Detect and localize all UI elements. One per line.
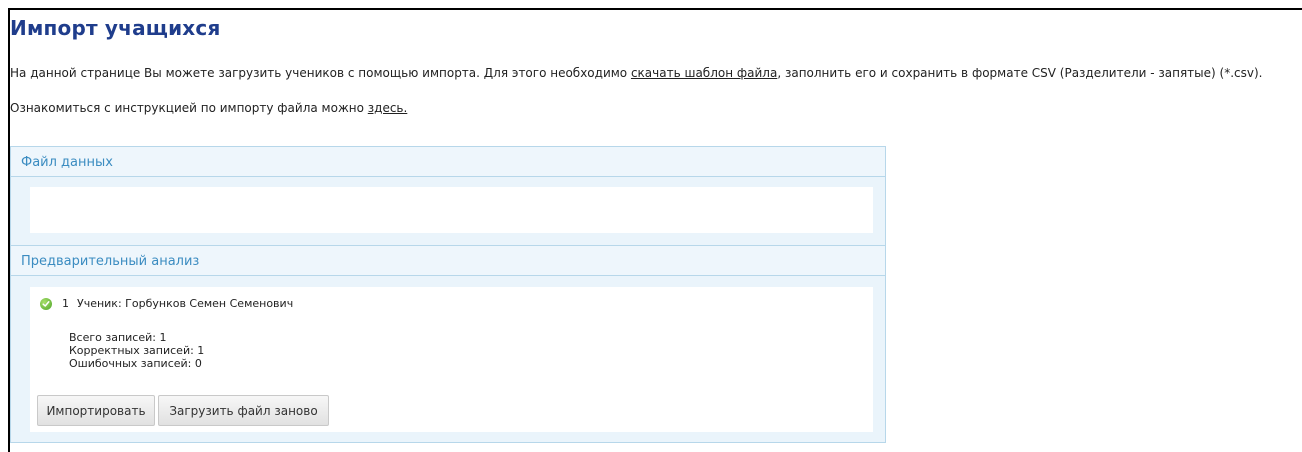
error-records: Ошибочных записей: 0 [69,357,202,370]
row-number: 1 [62,297,69,310]
list-item: 1 Ученик: Горбунков Семен Семенович [40,297,293,310]
stats-block: Всего записей: 1 Корректных записей: 1 О… [69,331,204,370]
download-template-link[interactable]: скачать шаблон файла [631,66,777,80]
page-title: Импорт учащихся [10,16,221,40]
correct-records: Корректных записей: 1 [69,344,205,357]
file-drop-area[interactable] [30,187,873,233]
instruction-text-before: Ознакомиться с инструкцией по импорту фа… [10,101,368,115]
analysis-section-title: Предварительный анализ [21,254,200,269]
check-ok-icon [40,297,52,310]
instruction-link[interactable]: здесь. [368,101,408,115]
import-button[interactable]: Импортировать [37,395,155,426]
intro-text-after: , заполнить его и сохранить в формате CS… [777,66,1263,80]
intro-text: На данной странице Вы можете загрузить у… [10,66,1262,80]
reload-file-button[interactable]: Загрузить файл заново [158,395,329,426]
file-section-header: Файл данных [11,147,885,177]
intro-text-before: На данной странице Вы можете загрузить у… [10,66,631,80]
import-panel: Файл данных Предварительный анализ 1 Уче… [10,146,886,443]
instruction-text: Ознакомиться с инструкцией по импорту фа… [10,101,407,115]
analysis-section-header: Предварительный анализ [11,245,885,276]
total-records: Всего записей: 1 [69,331,167,344]
analysis-results: 1 Ученик: Горбунков Семен Семенович Всег… [30,287,873,432]
row-text: Ученик: Горбунков Семен Семенович [77,297,294,310]
file-section-title: Файл данных [21,155,113,170]
